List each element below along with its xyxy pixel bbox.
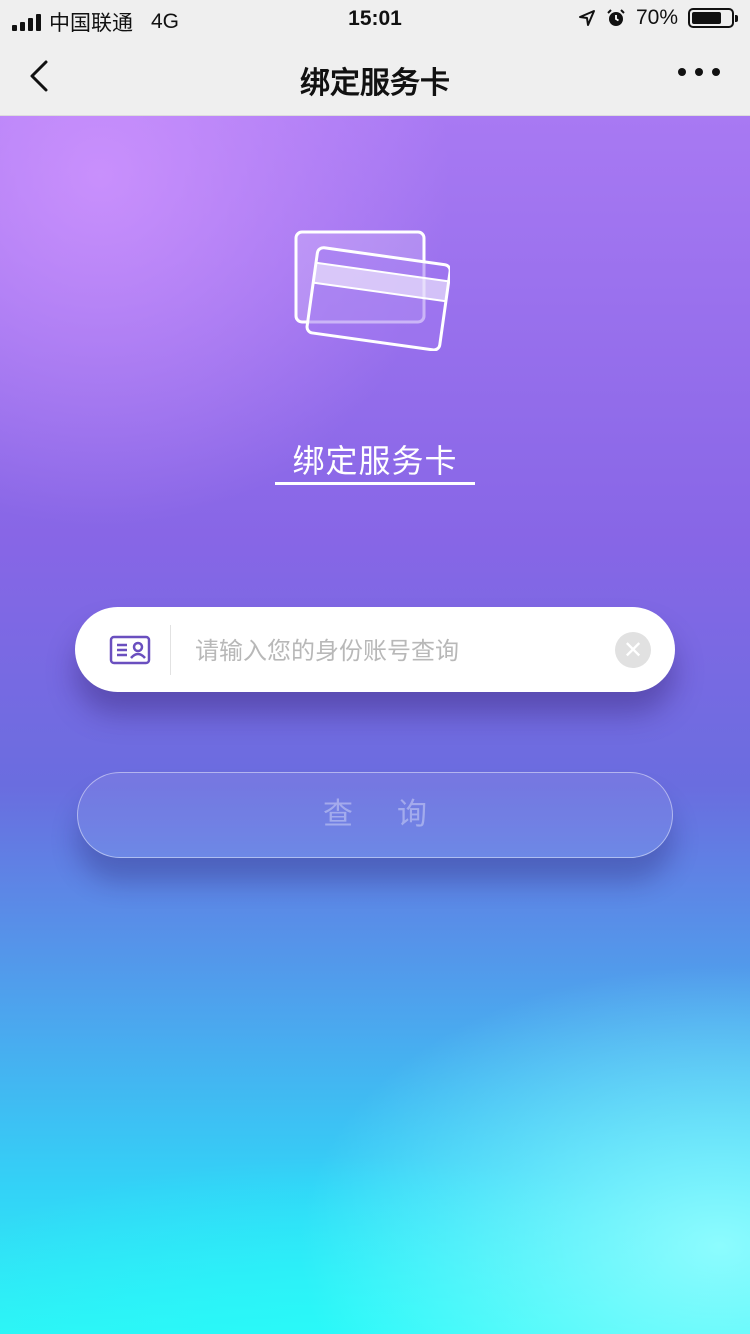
clear-input-icon[interactable]: ✕ bbox=[615, 632, 651, 668]
page-title: 绑定服务卡 bbox=[300, 66, 450, 101]
location-arrow-icon bbox=[578, 10, 595, 26]
battery-icon bbox=[688, 8, 738, 28]
battery-percent: 70% bbox=[635, 6, 678, 29]
alarm-icon bbox=[607, 9, 625, 26]
id-number-input[interactable] bbox=[193, 627, 617, 675]
main-content: 绑定服务卡 ✕ 查询 bbox=[0, 116, 750, 1334]
status-right: 70% bbox=[578, 6, 738, 30]
more-menu-icon[interactable] bbox=[678, 68, 720, 76]
navigation-bar: 绑定服务卡 bbox=[0, 38, 750, 116]
search-box: ✕ bbox=[75, 607, 675, 692]
search-divider bbox=[170, 625, 171, 675]
id-card-icon bbox=[109, 635, 151, 665]
query-button[interactable]: 查询 bbox=[77, 772, 673, 858]
bank-cards-icon bbox=[294, 230, 450, 351]
hero-title: 绑定服务卡 bbox=[292, 442, 458, 480]
hero-underline bbox=[275, 482, 475, 485]
status-bar: 中国联通 4G 15:01 70% bbox=[0, 0, 750, 38]
